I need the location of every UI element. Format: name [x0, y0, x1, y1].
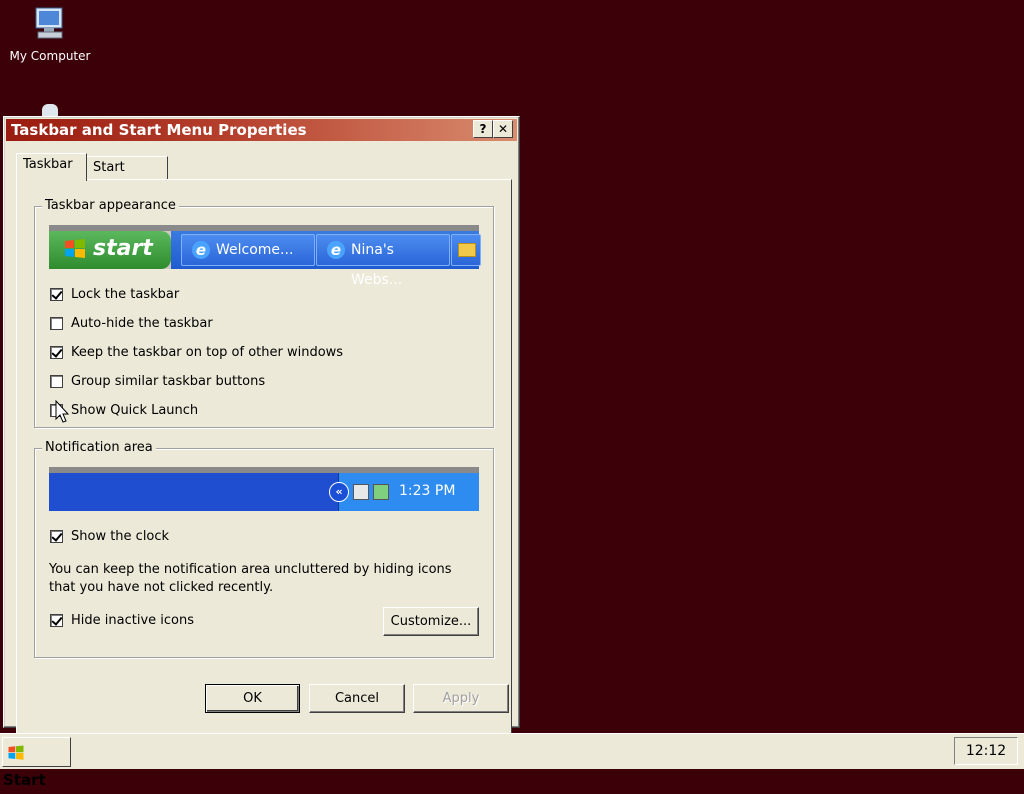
internet-explorer-icon: e: [327, 241, 345, 259]
button-label: Apply: [442, 691, 480, 706]
checkbox-label: Show the clock: [71, 529, 170, 544]
checkbox-label: Keep the taskbar on top of other windows: [71, 345, 344, 360]
taskbar-properties-dialog: Taskbar and Start Menu Properties ? ✕ Ta…: [3, 116, 520, 739]
checkbox-label: Show Quick Launch: [71, 403, 199, 418]
network-icon: [353, 484, 369, 500]
checkbox-label: Hide inactive icons: [71, 613, 194, 628]
desktop-icon-label: My Computer: [9, 49, 91, 63]
checkbox-auto-hide[interactable]: Auto-hide the taskbar: [50, 316, 213, 331]
windows-logo-icon: [65, 239, 85, 258]
desktop-icon-partial[interactable]: [42, 104, 58, 116]
preview-task-label: Welcome...: [216, 242, 294, 258]
folder-icon: [458, 243, 476, 257]
checkbox-lock-taskbar[interactable]: Lock the taskbar: [50, 287, 179, 302]
checkbox-label: Lock the taskbar: [71, 287, 180, 302]
dialog-titlebar[interactable]: Taskbar and Start Menu Properties: [6, 119, 517, 141]
checkbox-show-clock[interactable]: Show the clock: [50, 529, 169, 544]
close-button[interactable]: ✕: [493, 120, 513, 138]
preview-task-label: Nina's Webs...: [351, 242, 403, 288]
dialog-title: Taskbar and Start Menu Properties: [11, 121, 307, 139]
taskbar-appearance-group: Taskbar appearance start e Welcome... e …: [34, 198, 494, 428]
button-label: Customize...: [390, 614, 472, 629]
checkbox-box[interactable]: [50, 530, 63, 543]
checkbox-hide-inactive[interactable]: Hide inactive icons: [50, 613, 194, 628]
checkbox-group-similar[interactable]: Group similar taskbar buttons: [50, 374, 265, 389]
desktop-icon-my-computer[interactable]: My Computer: [5, 4, 95, 63]
preview-task-webs: e Nina's Webs...: [316, 234, 450, 288]
tab-page-taskbar: Taskbar appearance start e Welcome... e …: [16, 179, 512, 739]
button-label: Cancel: [334, 691, 380, 706]
start-label: Start: [3, 771, 46, 789]
my-computer-icon: [35, 7, 63, 39]
taskbar-clock[interactable]: 12:12: [954, 737, 1018, 765]
preview-task-welcome: e Welcome...: [181, 234, 315, 266]
preview-task-strip: e Welcome... e Nina's Webs...: [171, 231, 481, 288]
close-icon: ✕: [497, 122, 509, 136]
checkbox-keep-on-top[interactable]: Keep the taskbar on top of other windows: [50, 345, 343, 360]
help-button[interactable]: ?: [473, 120, 493, 138]
system-taskbar: Start 12:12: [0, 733, 1024, 789]
preview-task-folder: [451, 234, 481, 266]
chevron-left-icon: «: [329, 482, 349, 502]
notification-area-group: Notification area « 1:23 PM Show the clo…: [34, 440, 494, 658]
taskbar-preview: start e Welcome... e Nina's Webs...: [49, 225, 481, 288]
preview-clock: 1:23 PM: [399, 483, 456, 499]
checkbox-box[interactable]: [50, 288, 63, 301]
notification-preview: « 1:23 PM: [49, 467, 479, 511]
tab-label: Taskbar: [23, 157, 73, 172]
checkbox-box[interactable]: [50, 346, 63, 359]
windows-logo-icon: [8, 745, 24, 760]
customize-button[interactable]: Customize...: [383, 607, 479, 636]
checkbox-box[interactable]: [50, 614, 63, 627]
apply-button[interactable]: Apply: [413, 684, 509, 713]
group-title: Notification area: [42, 440, 156, 455]
safely-remove-icon: [373, 484, 389, 500]
mouse-cursor-icon: [55, 400, 70, 423]
tab-start-menu[interactable]: Start Menu: [86, 156, 168, 197]
checkbox-box[interactable]: [50, 317, 63, 330]
checkbox-show-quick-launch[interactable]: Show Quick Launch: [50, 403, 198, 418]
tab-taskbar[interactable]: Taskbar: [16, 153, 87, 181]
ok-button[interactable]: OK: [205, 684, 300, 713]
internet-explorer-icon: e: [192, 241, 210, 259]
notification-description: You can keep the notification area unclu…: [49, 562, 452, 595]
preview-start-label: start: [93, 236, 153, 261]
checkbox-label: Group similar taskbar buttons: [71, 374, 266, 389]
preview-tray: « 1:23 PM: [329, 473, 479, 511]
help-icon: ?: [479, 122, 487, 136]
checkbox-box[interactable]: [50, 375, 63, 388]
button-label: OK: [243, 691, 262, 706]
start-button[interactable]: Start: [2, 737, 71, 789]
group-title: Taskbar appearance: [42, 198, 179, 213]
cancel-button[interactable]: Cancel: [309, 684, 405, 713]
checkbox-label: Auto-hide the taskbar: [71, 316, 213, 331]
preview-start-button: start: [49, 231, 171, 269]
